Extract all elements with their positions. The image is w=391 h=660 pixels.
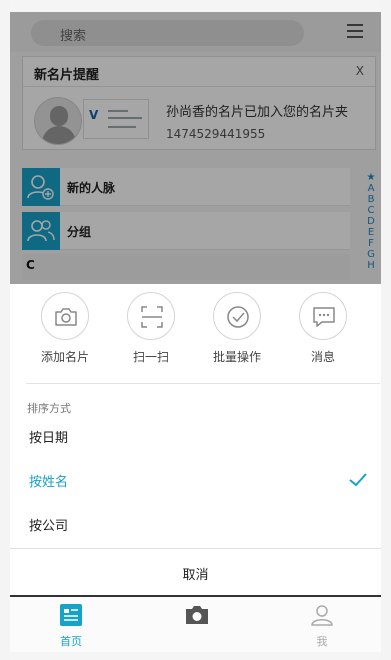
bottom-nav: 首页 我 bbox=[10, 595, 381, 652]
scan-button[interactable]: 扫一扫 bbox=[116, 292, 186, 365]
message-label: 消息 bbox=[310, 350, 335, 364]
user-icon bbox=[311, 605, 333, 626]
sort-by-company-option[interactable]: 按公司 bbox=[10, 504, 381, 544]
batch-operation-button[interactable]: 批量操作 bbox=[202, 292, 272, 365]
tab-me[interactable]: 我 bbox=[287, 603, 357, 649]
add-card-label: 添加名片 bbox=[40, 350, 89, 364]
divider bbox=[26, 383, 380, 384]
home-card-icon bbox=[60, 604, 82, 626]
app-screen: 搜索 新名片提醒 X V 孙尚香的名片已加入您的名片夹 147452944195… bbox=[0, 0, 391, 660]
message-icon bbox=[299, 292, 347, 340]
left-margin bbox=[0, 0, 10, 660]
tab-camera[interactable] bbox=[162, 603, 232, 631]
camera-icon bbox=[186, 606, 208, 624]
tab-me-label: 我 bbox=[316, 635, 328, 648]
right-margin bbox=[381, 0, 391, 660]
check-circle-icon bbox=[213, 292, 261, 340]
tab-home[interactable]: 首页 bbox=[36, 603, 106, 649]
message-button[interactable]: 消息 bbox=[288, 292, 358, 365]
scan-label: 扫一扫 bbox=[132, 350, 169, 364]
cancel-label: 取消 bbox=[182, 568, 209, 583]
sort-option-label: 按日期 bbox=[29, 431, 69, 446]
sort-by-name-option[interactable]: 按姓名 bbox=[10, 460, 381, 500]
action-sheet: 添加名片 扫一扫 批量操作 消息 排序方式 按日期 按姓名 按公司 取消 bbox=[10, 284, 381, 595]
scan-icon bbox=[127, 292, 175, 340]
add-card-button[interactable]: 添加名片 bbox=[30, 292, 100, 365]
cancel-button[interactable]: 取消 bbox=[10, 548, 381, 594]
sort-label: 排序方式 bbox=[27, 402, 71, 415]
modal-overlay[interactable] bbox=[10, 12, 381, 284]
tab-home-label: 首页 bbox=[60, 635, 82, 648]
sort-by-date-option[interactable]: 按日期 bbox=[10, 416, 381, 456]
sort-option-label: 按姓名 bbox=[29, 475, 69, 490]
batch-operation-label: 批量操作 bbox=[212, 350, 261, 364]
camera-icon bbox=[41, 292, 89, 340]
action-row: 添加名片 扫一扫 批量操作 消息 bbox=[10, 284, 381, 380]
sort-option-label: 按公司 bbox=[29, 519, 69, 534]
checkmark-icon bbox=[349, 472, 367, 491]
